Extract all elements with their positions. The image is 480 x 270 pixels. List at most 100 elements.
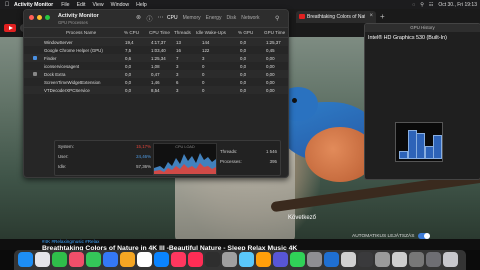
- table-row[interactable]: VTDecoderXPCService 0,0 8,54 3 0 0,0 0,0…: [24, 86, 288, 94]
- dock-app-icon[interactable]: [171, 252, 186, 267]
- tab-network[interactable]: Network: [241, 15, 259, 21]
- process-gpu: 0,0: [240, 88, 247, 93]
- process-cpu-time: 0,47: [151, 72, 160, 77]
- process-gpu-time: 0,00: [266, 72, 275, 77]
- dock-app-icon[interactable]: [52, 252, 67, 267]
- dock-app-icon[interactable]: [256, 252, 271, 267]
- gpu-history-window: GPU History Intel® HD Graphics 530 (Buil…: [364, 23, 480, 180]
- wifi-icon[interactable]: ◌: [412, 2, 415, 8]
- dock-app-icon[interactable]: [18, 252, 33, 267]
- more-options-icon[interactable]: ⋯: [156, 14, 165, 22]
- dock-app-icon[interactable]: [188, 252, 203, 267]
- column-cpu[interactable]: % CPU: [124, 30, 139, 35]
- control-center-icon[interactable]: ☷: [429, 2, 433, 8]
- process-threads: 3: [176, 72, 179, 77]
- dock-app-icon[interactable]: [443, 252, 458, 267]
- process-gpu-time: 0,00: [266, 88, 275, 93]
- process-cpu: 0,0: [125, 88, 132, 93]
- dock-app-icon[interactable]: [86, 252, 101, 267]
- menu-view[interactable]: View: [93, 2, 104, 8]
- process-cpu: 0,0: [125, 72, 132, 77]
- column-gpu[interactable]: % GPU: [238, 30, 253, 35]
- menu-bar:  Activity Monitor File Edit View Window…: [0, 0, 480, 9]
- dock-app-icon[interactable]: [392, 252, 407, 267]
- dock-app-icon[interactable]: [103, 252, 118, 267]
- column-threads[interactable]: Threads: [174, 30, 191, 35]
- process-gpu-time: 0,45: [266, 48, 275, 53]
- table-header: Process Name % CPU CPU Time Threads Idle…: [24, 28, 288, 38]
- close-window-button[interactable]: [29, 15, 34, 20]
- dock-app-icon[interactable]: [120, 252, 135, 267]
- column-cpu-time[interactable]: CPU Time: [149, 30, 170, 35]
- dock-app-icon[interactable]: [69, 252, 84, 267]
- menu-window[interactable]: Window: [111, 2, 129, 8]
- minimize-window-button[interactable]: [37, 15, 42, 20]
- user-label: User:: [58, 154, 69, 159]
- stop-process-icon[interactable]: ⊗: [134, 14, 143, 22]
- info-icon[interactable]: ⓘ: [145, 14, 154, 23]
- column-idle-wakeups[interactable]: Idle Wake-Ups: [196, 30, 226, 35]
- table-row[interactable]: Finder 0,6 1:25,34 7 3 0,0 0,00: [24, 54, 288, 62]
- menu-help[interactable]: Help: [136, 2, 147, 8]
- tab-cpu[interactable]: CPU: [167, 15, 178, 21]
- dock-app-icon[interactable]: [137, 252, 152, 267]
- zoom-window-button[interactable]: [45, 15, 50, 20]
- finder-icon: [33, 56, 37, 60]
- tab-disk[interactable]: Disk: [226, 15, 236, 21]
- dock-app-icon[interactable]: [409, 252, 424, 267]
- dock-app-icon[interactable]: [358, 252, 373, 267]
- autoplay-toggle[interactable]: [418, 233, 431, 239]
- table-row[interactable]: WindowServer 19,4 4:17,37 13 144 0,0 1:2…: [24, 38, 288, 46]
- process-name: ScreenTimeWidgetExtension: [44, 80, 101, 85]
- new-tab-icon[interactable]: +: [380, 12, 385, 21]
- process-idle: 0: [202, 88, 205, 93]
- dock-app-icon[interactable]: [290, 252, 305, 267]
- tab-memory[interactable]: Memory: [183, 15, 201, 21]
- idle-label: Idle:: [58, 164, 67, 169]
- process-idle: 0: [202, 64, 205, 69]
- process-cpu: 0,0: [125, 80, 132, 85]
- menu-file[interactable]: File: [61, 2, 69, 8]
- table-row[interactable]: ScreenTimeWidgetExtension 0,0 1,46 6 0 0…: [24, 78, 288, 86]
- search-icon[interactable]: ⚲: [420, 2, 424, 8]
- process-idle: 0: [202, 72, 205, 77]
- dock-app-icon[interactable]: [205, 252, 220, 267]
- dock-app-icon[interactable]: [154, 252, 169, 267]
- process-name: Google Chrome Helper (GPU): [44, 48, 103, 53]
- menubar-clock[interactable]: Oct 30., Fri 19:13: [438, 2, 477, 8]
- youtube-logo-icon[interactable]: [4, 24, 16, 32]
- menu-edit[interactable]: Edit: [77, 2, 86, 8]
- process-idle: 122: [202, 48, 210, 53]
- dock-app-icon[interactable]: [239, 252, 254, 267]
- process-idle: 3: [202, 56, 205, 61]
- menu-app-name[interactable]: Activity Monitor: [14, 2, 53, 8]
- gpu-history-title[interactable]: GPU History: [365, 24, 480, 32]
- dock-app-icon[interactable]: [324, 252, 339, 267]
- dock-app-icon[interactable]: [222, 252, 237, 267]
- browser-tab-title: Breathtaking Colors of Nature: [307, 14, 365, 20]
- column-process-name[interactable]: Process Name: [66, 30, 96, 35]
- dock-app-icon[interactable]: [341, 252, 356, 267]
- table-row[interactable]: Google Chrome Helper (GPU) 7,5 1:03,40 1…: [24, 46, 288, 54]
- search-icon[interactable]: ⚲: [275, 15, 284, 23]
- close-tab-icon[interactable]: ×: [369, 13, 373, 19]
- apple-menu-icon[interactable]: : [0, 2, 14, 8]
- table-row[interactable]: iconservicesagent 0,0 1,08 3 0 0,0 0,00: [24, 62, 288, 70]
- dock-app-icon[interactable]: [426, 252, 441, 267]
- autoplay-control[interactable]: AUTOMATIKUS LEJÁTSZÁS: [352, 233, 431, 239]
- dock-app-icon[interactable]: [273, 252, 288, 267]
- tab-energy[interactable]: Energy: [206, 15, 222, 21]
- video-tags[interactable]: #4K #Relaxingmusic #Relax: [42, 239, 99, 244]
- dock-app-icon[interactable]: [307, 252, 322, 267]
- next-video-label[interactable]: Következő: [288, 215, 316, 221]
- process-threads: 16: [176, 48, 181, 53]
- column-gpu-time[interactable]: GPU Time: [264, 30, 285, 35]
- cpu-load-graph: CPU LOAD: [153, 143, 217, 175]
- process-name: Finder: [44, 56, 57, 61]
- dock-app-icon[interactable]: [35, 252, 50, 267]
- dock-app-icon[interactable]: [375, 252, 390, 267]
- process-idle: 144: [202, 40, 210, 45]
- table-row[interactable]: Dock Extra 0,0 0,47 3 0 0,0 0,00: [24, 70, 288, 78]
- browser-tab[interactable]: Breathtaking Colors of Nature ×: [296, 11, 376, 23]
- activity-monitor-window: Activity Monitor GPU Processes ⊗ ⓘ ⋯ CPU…: [23, 9, 289, 178]
